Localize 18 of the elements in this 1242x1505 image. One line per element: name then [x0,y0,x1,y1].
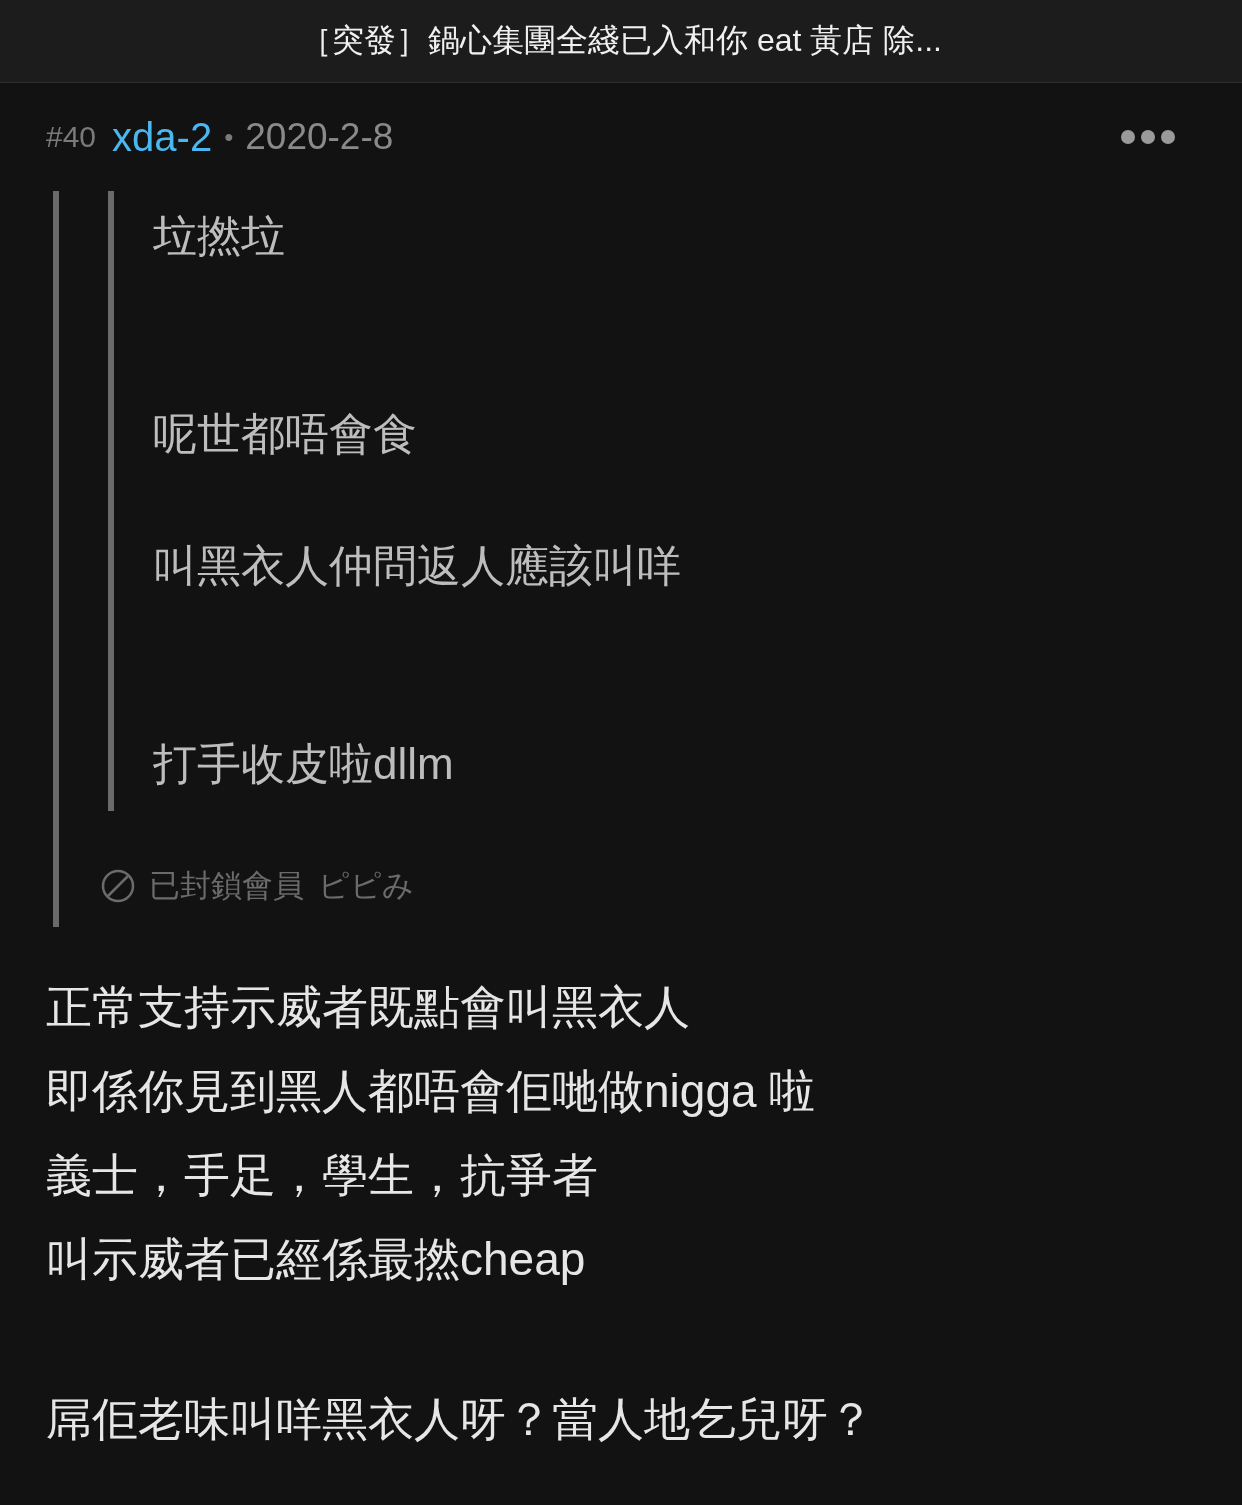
quote-text: 打手收皮啦dllm [153,738,455,790]
username-link[interactable]: xda-2 [112,114,213,160]
post-text: 叫示威者已經係最撚cheap [46,1232,587,1287]
quote-text: 呢世都唔會食 [153,408,418,460]
blocked-member-label: 已封鎖會員 [149,867,304,905]
floor-number: #40 [46,120,97,154]
blocked-icon [101,869,135,903]
post-text: 屌佢老味叫咩黑衣人呀？當人地乞兒呀？ [46,1392,875,1447]
post-text: 義士，手足，學生，抗爭者 [46,1148,599,1203]
post-text: 即係你見到黑人都唔會佢哋做nigga 啦 [46,1064,817,1119]
quote-text: 叫黑衣人仲問返人應該叫咩 [153,540,682,592]
quote-text: 垃撚垃 [153,210,286,262]
blocked-member-name: ピピみ [318,867,414,905]
separator-dot: • [224,121,234,153]
post-text: 正常支持示威者既點會叫黑衣人 [46,980,691,1035]
more-icon[interactable] [1120,129,1176,145]
thread-title: ［突發］鍋心集團全綫已入和你 eat 黃店 除... [300,21,942,60]
post-date: 2020-2-8 [245,116,394,158]
